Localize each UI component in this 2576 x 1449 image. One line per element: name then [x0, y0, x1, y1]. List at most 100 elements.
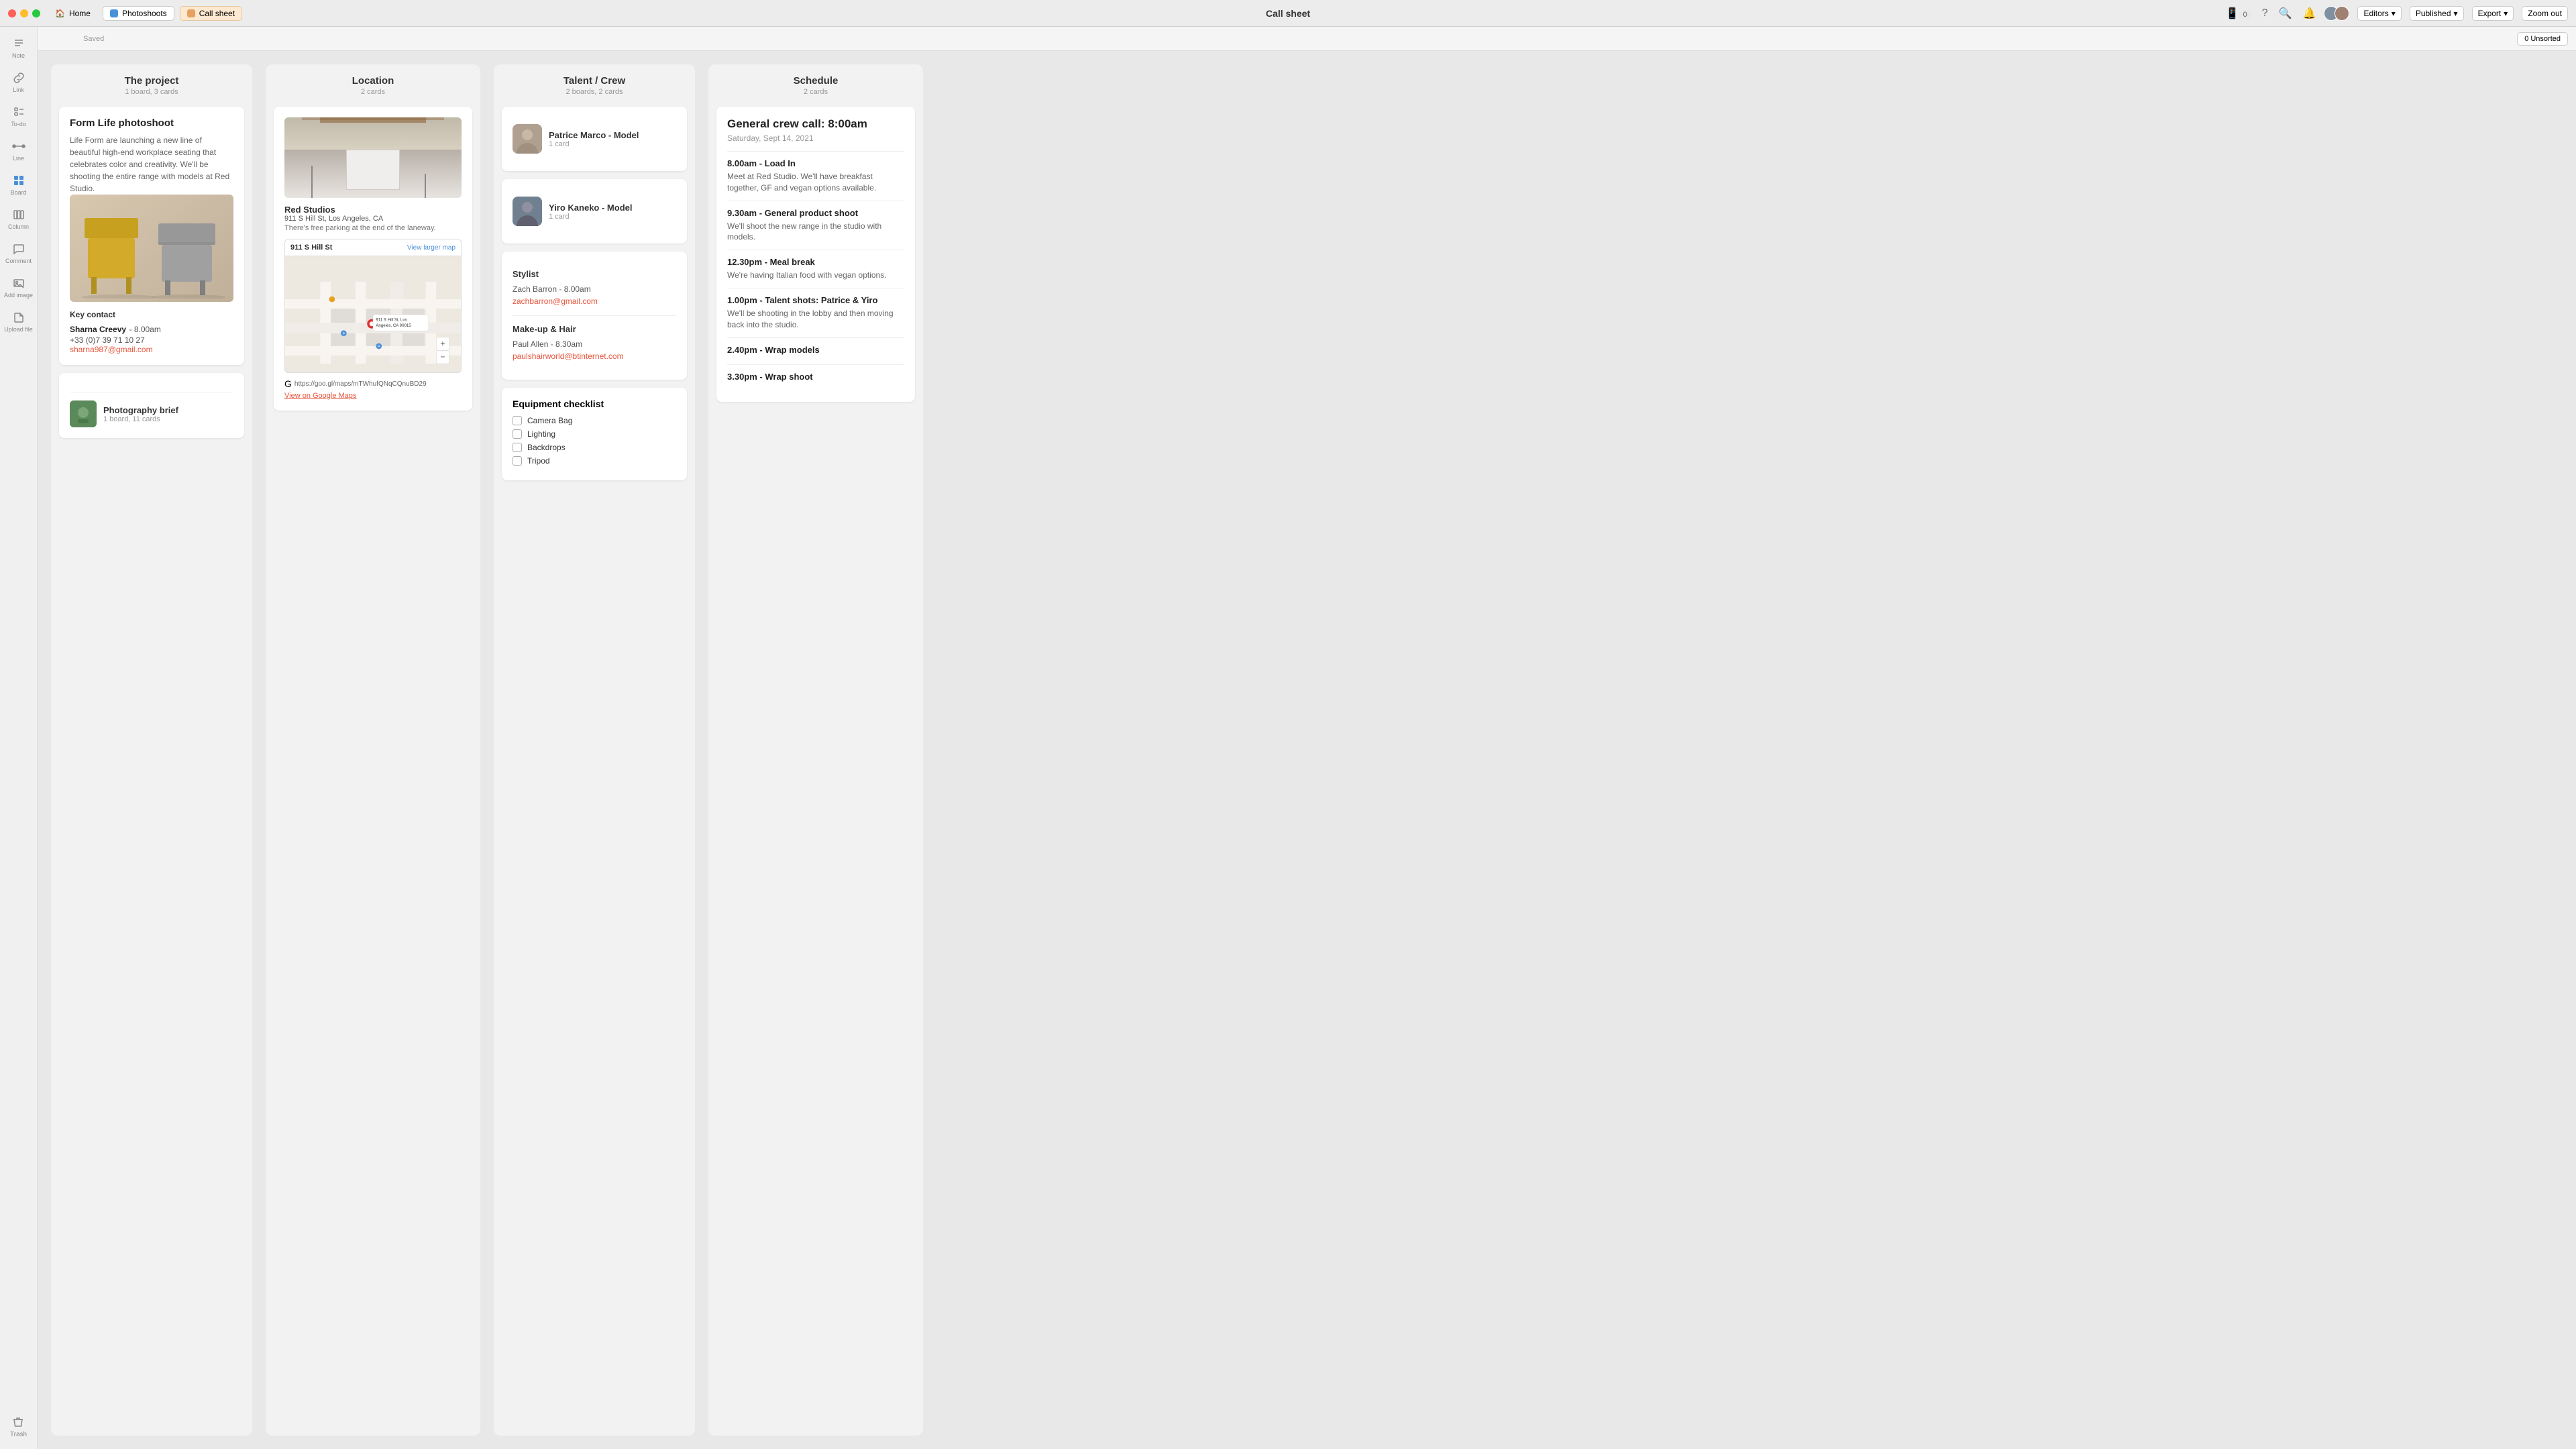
makeup-email[interactable]: paulshairworld@btinternet.com [513, 352, 624, 361]
sidebar-item-upload-file[interactable]: Upload file [0, 306, 37, 337]
editors-button[interactable]: Editors ▾ [2357, 6, 2401, 21]
schedule-desc-2: We're having Italian food with vegan opt… [727, 270, 904, 281]
view-on-google-maps[interactable]: View on Google Maps [284, 392, 462, 400]
gmaps-url: https://goo.gl/maps/mTWhufQNqCQnuBD29 [294, 380, 427, 388]
board-icon [12, 174, 25, 187]
tab-photoshoots[interactable]: Photoshoots [103, 6, 174, 21]
sidebar-item-add-image[interactable]: Add image [0, 272, 37, 303]
sidebar-item-note[interactable]: Note [0, 32, 37, 64]
topbar: Saved 0 Unsorted [38, 27, 2576, 51]
map-placeholder: 911 S Hill St, Los Angeles, CA 90015 P P [285, 256, 461, 373]
column-icon [12, 208, 25, 221]
zoomout-label: Zoom out [2528, 9, 2562, 18]
schedule-item-0: 8.00am - Load In Meet at Red Studio. We'… [727, 151, 904, 201]
sidebar-item-link[interactable]: Link [0, 66, 37, 98]
photoshoots-icon [110, 9, 118, 17]
titlebar: 🏠 Home Photoshoots Call sheet Call sheet… [0, 0, 2576, 27]
contact-phone: +33 (0)7 39 71 10 27 [70, 335, 233, 345]
contact-email[interactable]: sharna987@gmail.com [70, 345, 233, 354]
makeup-section: Make-up & Hair Paul Allen - 8.30am pauls… [513, 317, 676, 369]
link-label: Link [13, 87, 24, 93]
location-name: Red Studios [284, 205, 462, 215]
map-container: 911 S Hill St View larger map [284, 239, 462, 373]
line-label: Line [13, 155, 24, 162]
search-icon[interactable]: 🔍 [2279, 7, 2292, 20]
board-label: Board [10, 189, 26, 196]
card-patrice: Patrice Marco - Model 1 card [502, 107, 687, 171]
note-icon [12, 37, 25, 50]
avatar-2 [2334, 6, 2349, 21]
brief-thumbnail [70, 400, 97, 427]
stylist-email[interactable]: zachbarron@gmail.com [513, 297, 598, 306]
sidebar-item-board[interactable]: Board [0, 169, 37, 201]
board-schedule-header: Schedule 2 cards [708, 64, 923, 101]
close-button[interactable] [8, 9, 16, 17]
talent-yiro: Yiro Kaneko - Model 1 card [513, 190, 676, 233]
app-layout: Note Link To-do Line Board Column Commen… [0, 27, 2576, 1449]
schedule-time-5: 3.30pm - Wrap shoot [727, 372, 904, 382]
boards-area: The project 1 board, 3 cards Form Life p… [38, 51, 2576, 1449]
chair-svg [71, 198, 232, 299]
sidebar-item-comment[interactable]: Comment [0, 237, 37, 269]
key-contact-section: Key contact Sharna Creevy - 8.00am +33 (… [70, 310, 233, 354]
makeup-time: - 8.30am [551, 339, 582, 349]
svg-text:Angeles, CA 90015: Angeles, CA 90015 [376, 323, 411, 328]
callsheet-icon [187, 9, 195, 17]
brief-info: Photography brief 1 board, 11 cards [103, 405, 178, 423]
avatar-patrice [513, 124, 542, 154]
map-header: 911 S Hill St View larger map [285, 239, 461, 256]
minimize-button[interactable] [20, 9, 28, 17]
crew-divider [513, 315, 676, 316]
stylist-details: Zach Barron - 8.00am zachbarron@gmail.co… [513, 283, 676, 307]
published-chevron-icon: ▾ [2454, 9, 2458, 18]
sidebar-item-trash[interactable]: Trash [10, 1410, 27, 1444]
card-yiro: Yiro Kaneko - Model 1 card [502, 179, 687, 244]
tab-home[interactable]: 🏠 Home [48, 7, 97, 20]
board-schedule-subtitle: 2 cards [719, 88, 912, 96]
map-view-larger[interactable]: View larger map [407, 244, 455, 252]
schedule-time-0: 8.00am - Load In [727, 158, 904, 168]
patrice-info: Patrice Marco - Model 1 card [549, 130, 639, 148]
saved-indicator: Saved [83, 35, 104, 43]
board-schedule-title: Schedule [719, 75, 912, 87]
export-button[interactable]: Export ▾ [2472, 6, 2514, 21]
checkbox-lighting[interactable] [513, 429, 522, 439]
bell-icon[interactable]: 🔔 [2303, 7, 2316, 20]
board-location-title: Location [276, 75, 470, 87]
stylist-role: Stylist [513, 269, 676, 279]
studio-screen [346, 150, 399, 190]
board-location: Location 2 cards [266, 64, 480, 1436]
checkbox-tripod[interactable] [513, 456, 522, 466]
yiro-name: Yiro Kaneko - Model [549, 203, 632, 213]
sidebar-item-line[interactable]: Line [0, 135, 37, 166]
location-details: Red Studios 911 S Hill St, Los Angeles, … [284, 205, 462, 232]
studio-stand [311, 166, 313, 198]
gmaps-row: G https://goo.gl/maps/mTWhufQNqCQnuBD29 [284, 378, 462, 389]
help-icon[interactable]: ? [2262, 7, 2268, 19]
unsorted-button[interactable]: 0 Unsorted [2517, 32, 2568, 46]
board-the-project: The project 1 board, 3 cards Form Life p… [51, 64, 252, 1436]
contact-time: - 8.00am [129, 325, 161, 334]
zoomout-button[interactable]: Zoom out [2522, 6, 2568, 21]
schedule-item-5: 3.30pm - Wrap shoot [727, 364, 904, 391]
avatar-group [2324, 6, 2349, 21]
sidebar-item-todo[interactable]: To-do [0, 101, 37, 132]
sidebar-item-column[interactable]: Column [0, 203, 37, 235]
tab-callsheet[interactable]: Call sheet [180, 6, 242, 21]
board-schedule: Schedule 2 cards General crew call: 8:00… [708, 64, 923, 1436]
checkbox-camera[interactable] [513, 416, 522, 425]
checkbox-backdrops[interactable] [513, 443, 522, 452]
line-icon [12, 140, 25, 153]
page-title: Call sheet [1266, 8, 1310, 19]
schedule-desc-1: We'll shoot the new range in the studio … [727, 221, 904, 244]
comment-icon [12, 242, 25, 256]
titlebar-actions: 📱0 ? 🔍 🔔 Editors ▾ Published ▾ Export ▾ … [2226, 6, 2568, 21]
crew-call-date: Saturday, Sept 14, 2021 [727, 133, 904, 143]
home-icon: 🏠 [55, 9, 65, 18]
tablet-icon: 📱0 [2226, 7, 2251, 20]
board-the-project-header: The project 1 board, 3 cards [51, 64, 252, 101]
svg-text:+: + [440, 339, 445, 348]
checklist-label-lighting: Lighting [527, 429, 555, 439]
maximize-button[interactable] [32, 9, 40, 17]
published-button[interactable]: Published ▾ [2410, 6, 2464, 21]
